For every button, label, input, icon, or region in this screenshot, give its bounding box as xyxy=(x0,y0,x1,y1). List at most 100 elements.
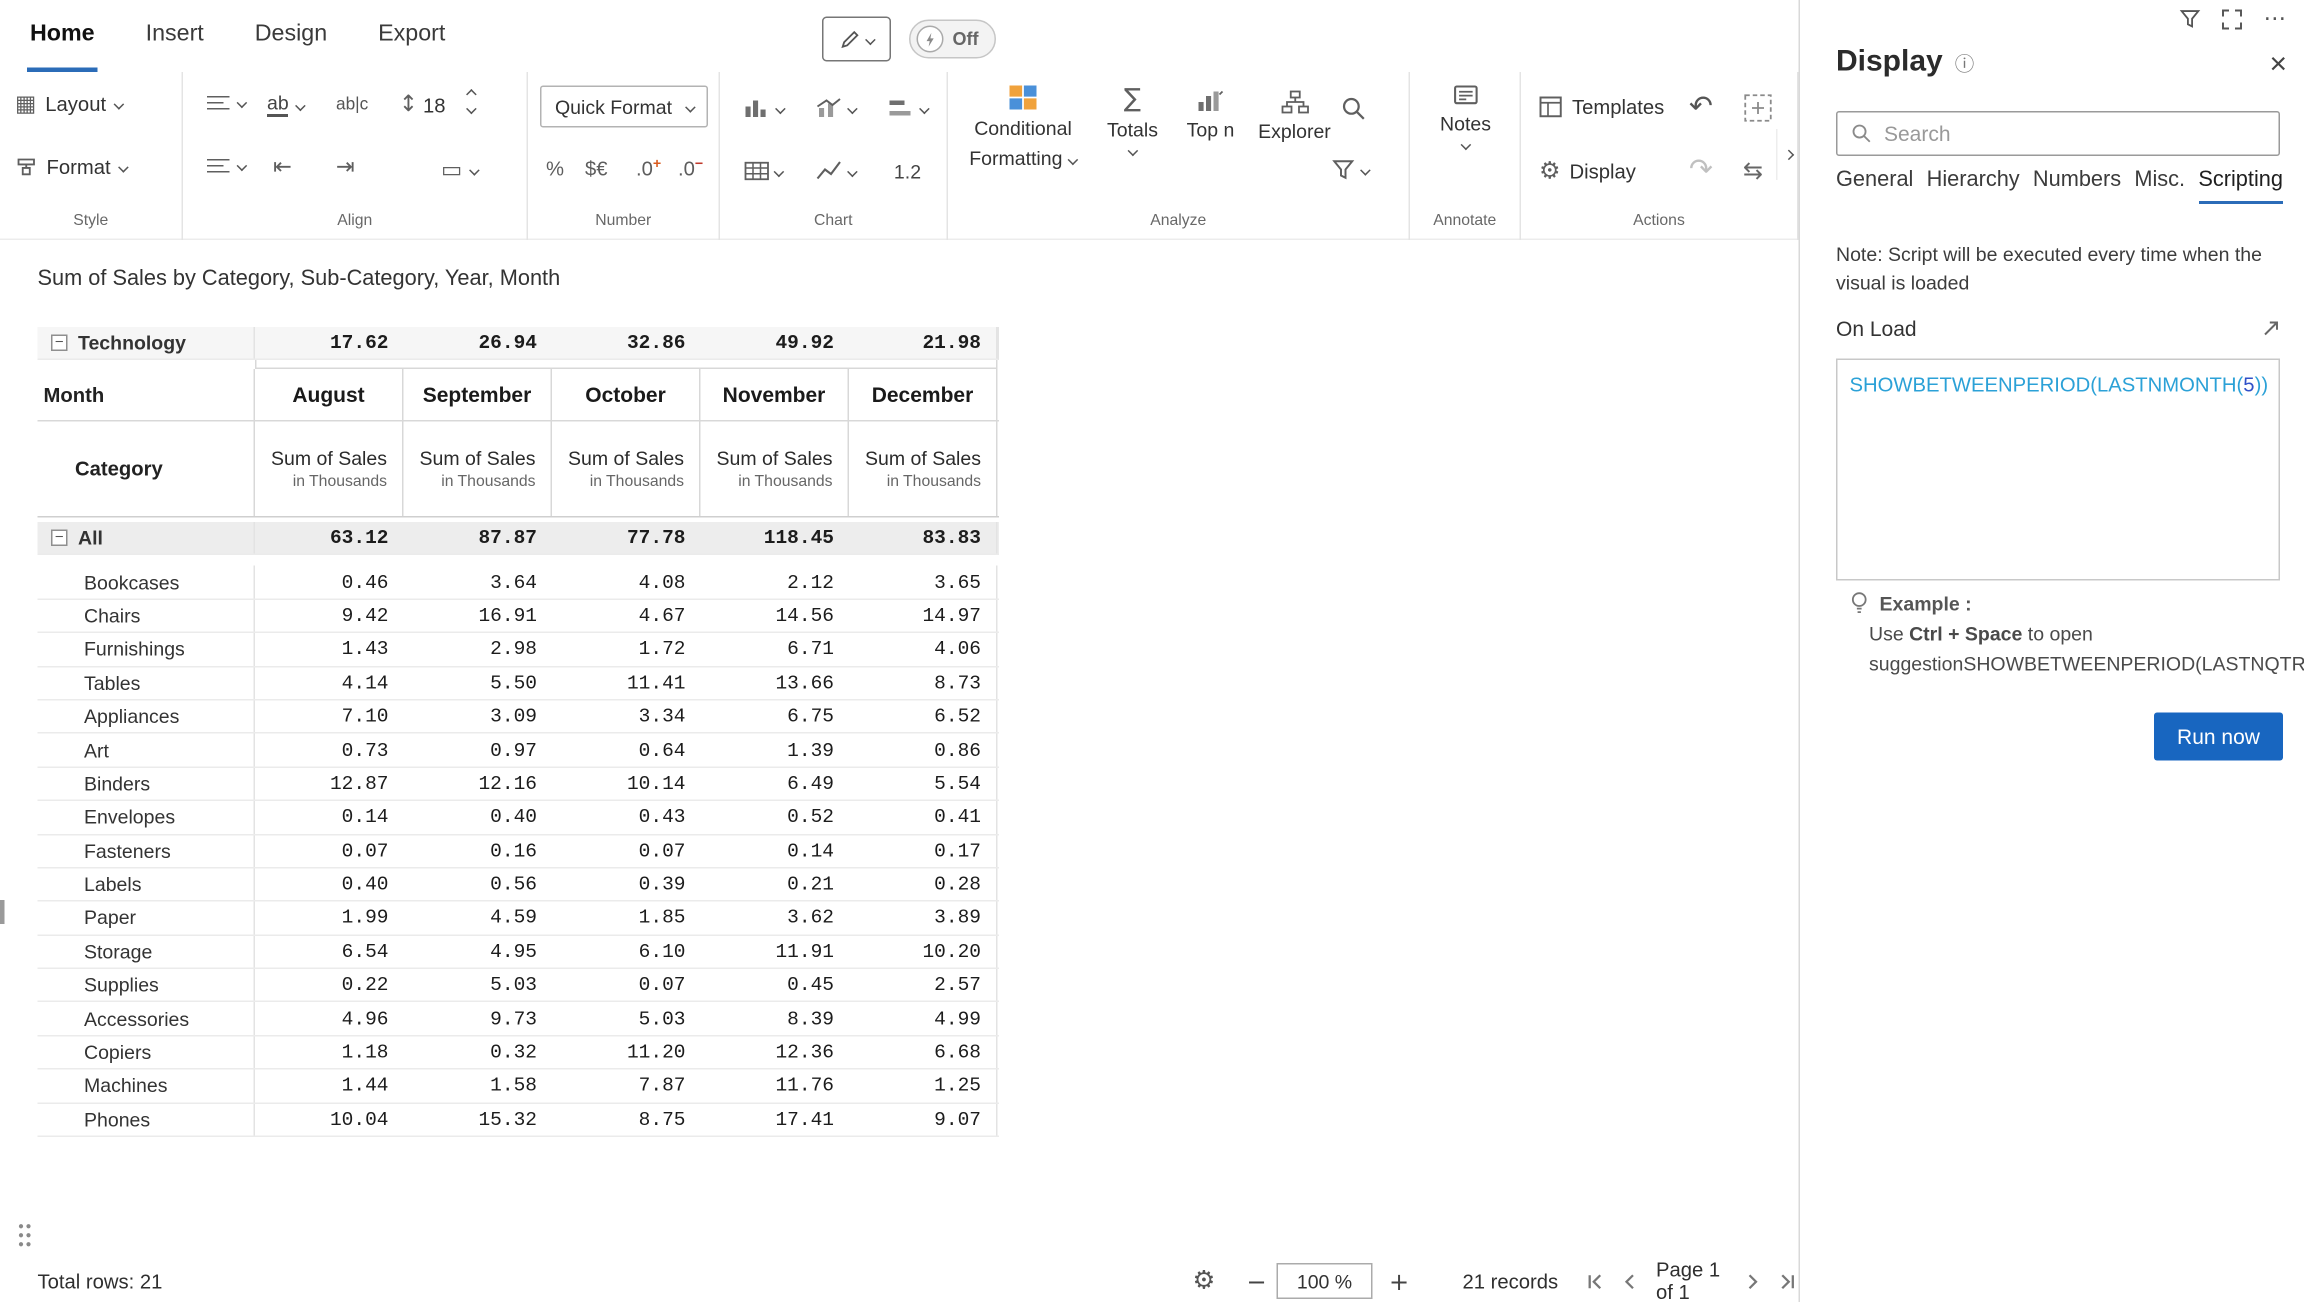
value-cell-accessories-november[interactable]: 8.39 xyxy=(701,1003,850,1035)
display-button[interactable]: ⚙ Display xyxy=(1539,159,1636,183)
value-cell-copiers-august[interactable]: 1.18 xyxy=(255,1036,404,1068)
value-cell-phones-october[interactable]: 8.75 xyxy=(552,1103,701,1135)
panel-tab-numbers[interactable]: Numbers xyxy=(2033,168,2121,204)
table-row-furnishings[interactable]: Furnishings1.432.981.726.714.06 xyxy=(38,633,1000,667)
value-cell-binders-august[interactable]: 12.87 xyxy=(255,768,404,800)
value-cell-bookcases-september[interactable]: 3.64 xyxy=(404,566,553,598)
month-header-december[interactable]: December xyxy=(849,369,998,420)
value-cell-paper-december[interactable]: 3.89 xyxy=(849,902,998,934)
row-label-copiers[interactable]: Copiers xyxy=(38,1036,256,1068)
value-cell-all-september[interactable]: 87.87 xyxy=(404,522,553,554)
value-cell-all-december[interactable]: 83.83 xyxy=(849,522,998,554)
table-row-art[interactable]: Art0.730.970.641.390.86 xyxy=(38,734,1000,768)
table-visual-button[interactable] xyxy=(732,150,795,192)
edit-toggle[interactable]: Off xyxy=(909,20,996,59)
value-cell-technology-december[interactable]: 21.98 xyxy=(849,327,998,359)
value-cell-tables-december[interactable]: 8.73 xyxy=(849,667,998,699)
visual-filter-icon[interactable] xyxy=(2180,9,2201,29)
fit-width-button[interactable]: ⇆ xyxy=(1743,156,1763,185)
value-cell-paper-september[interactable]: 4.59 xyxy=(404,902,553,934)
table-row-binders[interactable]: Binders12.8712.1610.146.495.54 xyxy=(38,768,1000,802)
value-cell-art-august[interactable]: 0.73 xyxy=(255,734,404,766)
edit-mode-button[interactable] xyxy=(822,17,891,62)
value-cell-fasteners-september[interactable]: 0.16 xyxy=(404,835,553,867)
borders-button[interactable]: ▭ xyxy=(441,159,478,182)
table-row-labels[interactable]: Labels0.400.560.390.210.28 xyxy=(38,868,1000,902)
measure-header-september[interactable]: Sum of Salesin Thousands xyxy=(404,422,553,517)
value-cell-appliances-november[interactable]: 6.75 xyxy=(701,700,850,732)
ribbon-tab-insert[interactable]: Insert xyxy=(143,15,207,72)
table-row-paper[interactable]: Paper1.994.591.853.623.89 xyxy=(38,902,1000,936)
focus-mode-icon[interactable] xyxy=(2222,8,2243,29)
row-label-machines[interactable]: Machines xyxy=(38,1070,256,1102)
value-cell-supplies-august[interactable]: 0.22 xyxy=(255,969,404,1001)
value-cell-labels-october[interactable]: 0.39 xyxy=(552,868,701,900)
value-cell-bookcases-august[interactable]: 0.46 xyxy=(255,566,404,598)
month-header-august[interactable]: August xyxy=(255,369,404,420)
panel-tab-misc-[interactable]: Misc. xyxy=(2134,168,2185,204)
value-cell-technology-november[interactable]: 49.92 xyxy=(701,327,850,359)
row-label-bookcases[interactable]: Bookcases xyxy=(38,566,256,598)
value-cell-supplies-october[interactable]: 0.07 xyxy=(552,969,701,1001)
value-cell-machines-november[interactable]: 11.76 xyxy=(701,1070,850,1102)
ribbon-tab-design[interactable]: Design xyxy=(252,15,330,72)
value-cell-accessories-september[interactable]: 9.73 xyxy=(404,1003,553,1035)
templates-button[interactable]: Templates xyxy=(1539,96,1664,119)
table-row-envelopes[interactable]: Envelopes0.140.400.430.520.41 xyxy=(38,801,1000,835)
row-label-envelopes[interactable]: Envelopes xyxy=(38,801,256,833)
value-cell-envelopes-september[interactable]: 0.40 xyxy=(404,801,553,833)
value-cell-chairs-august[interactable]: 9.42 xyxy=(255,600,404,632)
value-cell-bookcases-november[interactable]: 2.12 xyxy=(701,566,850,598)
panel-tab-general[interactable]: General xyxy=(1836,168,1913,204)
value-cell-chairs-december[interactable]: 14.97 xyxy=(849,600,998,632)
panel-tab-scripting[interactable]: Scripting xyxy=(2198,168,2283,204)
month-header-october[interactable]: October xyxy=(552,369,701,420)
row-label-tables[interactable]: Tables xyxy=(38,667,256,699)
value-cell-fasteners-december[interactable]: 0.17 xyxy=(849,835,998,867)
value-cell-chairs-october[interactable]: 4.67 xyxy=(552,600,701,632)
value-cell-technology-september[interactable]: 26.94 xyxy=(404,327,553,359)
text-underline-button[interactable]: ab xyxy=(267,93,304,117)
value-cell-furnishings-august[interactable]: 1.43 xyxy=(255,633,404,665)
first-page-icon[interactable] xyxy=(1584,1271,1604,1291)
value-cell-binders-september[interactable]: 12.16 xyxy=(404,768,553,800)
row-height-button[interactable]: ↕ xyxy=(399,93,418,116)
value-cell-phones-november[interactable]: 17.41 xyxy=(701,1103,850,1135)
increase-decimal-button[interactable]: .0+ xyxy=(636,158,661,181)
value-cell-phones-december[interactable]: 9.07 xyxy=(849,1103,998,1135)
conditional-formatting-button[interactable]: Conditional Formatting xyxy=(960,84,1086,172)
combo-chart-button[interactable] xyxy=(804,87,867,129)
value-cell-machines-august[interactable]: 1.44 xyxy=(255,1070,404,1102)
settings-gear-icon[interactable]: ⚙ xyxy=(1193,1260,1216,1302)
row-label-technology[interactable]: −Technology xyxy=(38,327,256,359)
value-cell-storage-august[interactable]: 6.54 xyxy=(255,936,404,968)
value-cell-furnishings-november[interactable]: 6.71 xyxy=(701,633,850,665)
value-cell-supplies-september[interactable]: 5.03 xyxy=(404,969,553,1001)
value-cell-chairs-september[interactable]: 16.91 xyxy=(404,600,553,632)
zoom-level-input[interactable] xyxy=(1277,1263,1373,1299)
row-label-labels[interactable]: Labels xyxy=(38,868,256,900)
value-cell-paper-october[interactable]: 1.85 xyxy=(552,902,701,934)
value-cell-copiers-september[interactable]: 0.32 xyxy=(404,1036,553,1068)
previous-page-icon[interactable] xyxy=(1620,1271,1640,1291)
value-cell-labels-december[interactable]: 0.28 xyxy=(849,868,998,900)
value-cell-binders-november[interactable]: 6.49 xyxy=(701,768,850,800)
value-cell-bookcases-december[interactable]: 3.65 xyxy=(849,566,998,598)
value-cell-bookcases-october[interactable]: 4.08 xyxy=(552,566,701,598)
panel-tab-hierarchy[interactable]: Hierarchy xyxy=(1927,168,2020,204)
value-cell-supplies-november[interactable]: 0.45 xyxy=(701,969,850,1001)
value-cell-all-august[interactable]: 63.12 xyxy=(255,522,404,554)
filter-button[interactable] xyxy=(1332,159,1369,180)
value-cell-art-november[interactable]: 1.39 xyxy=(701,734,850,766)
value-cell-paper-august[interactable]: 1.99 xyxy=(255,902,404,934)
run-now-button[interactable]: Run now xyxy=(2154,713,2283,761)
table-row-copiers[interactable]: Copiers1.180.3211.2012.366.68 xyxy=(38,1036,1000,1070)
value-cell-tables-november[interactable]: 13.66 xyxy=(701,667,850,699)
value-cell-appliances-october[interactable]: 3.34 xyxy=(552,700,701,732)
clustered-bar-button[interactable] xyxy=(876,87,939,129)
value-cell-machines-december[interactable]: 1.25 xyxy=(849,1070,998,1102)
indent-increase-button[interactable]: ⇥ xyxy=(336,156,355,179)
row-label-chairs[interactable]: Chairs xyxy=(38,600,256,632)
bar-chart-button[interactable] xyxy=(732,87,795,129)
month-header-november[interactable]: November xyxy=(701,369,850,420)
